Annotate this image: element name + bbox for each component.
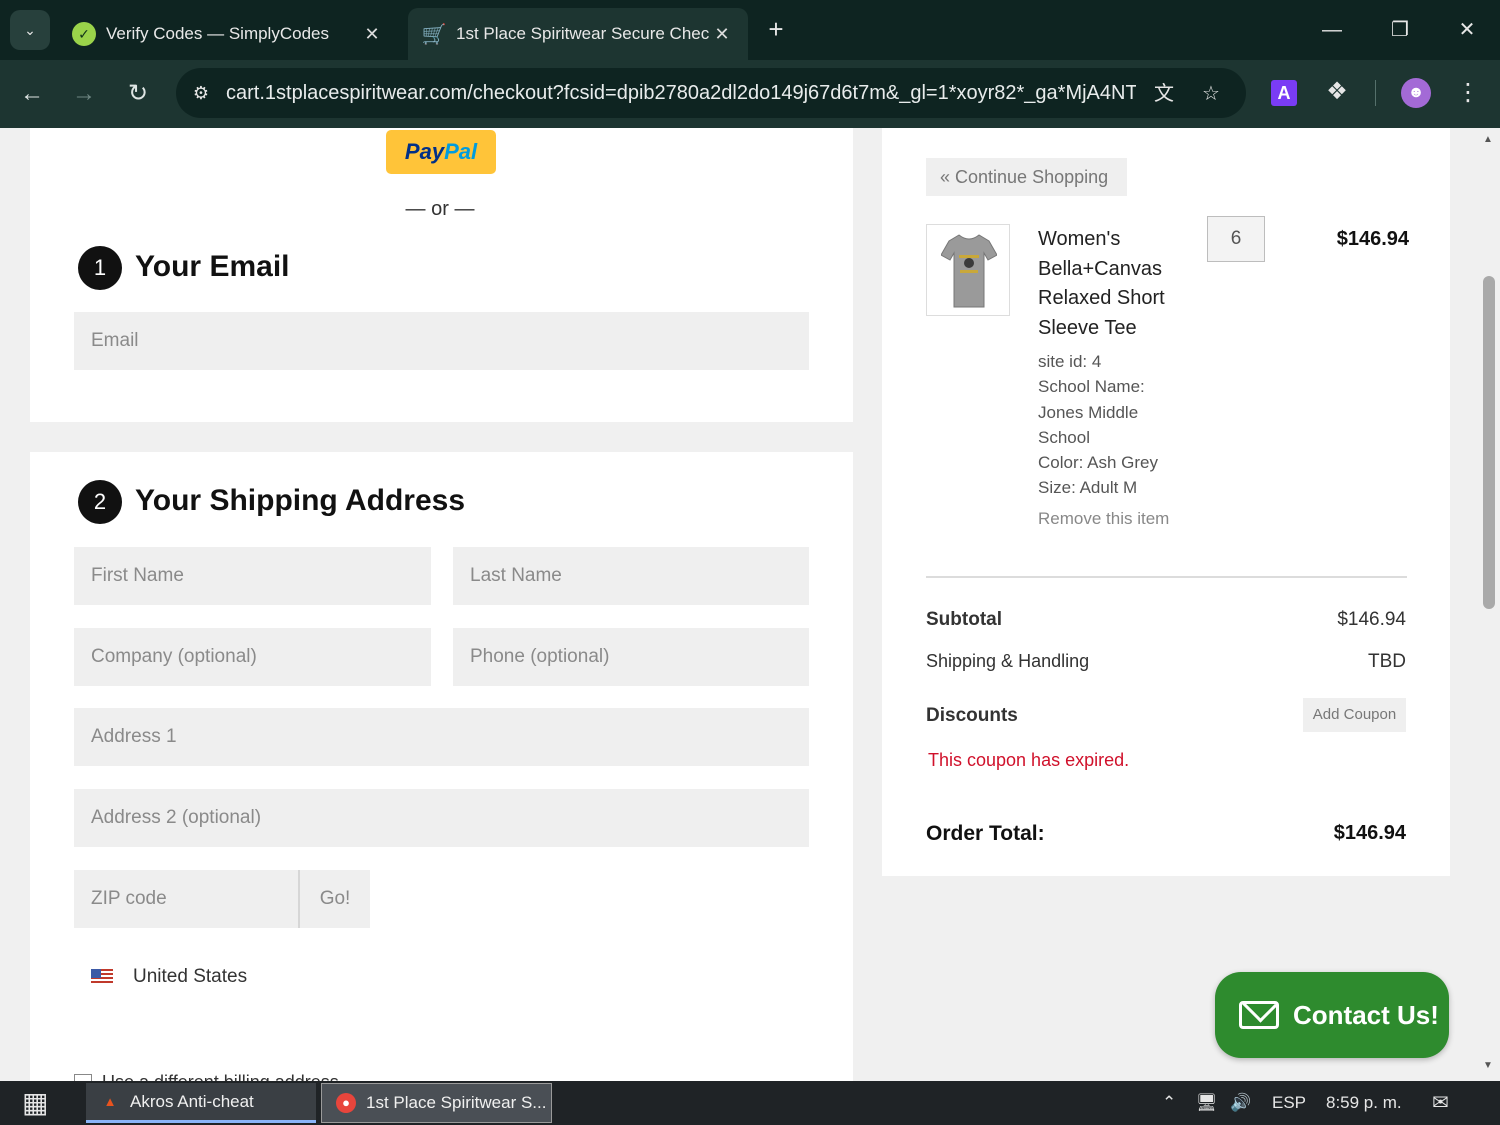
- forward-icon[interactable]: →: [66, 76, 102, 112]
- taskbar-app-label: Akros Anti-cheat: [130, 1091, 254, 1111]
- bookmark-star-icon[interactable]: ☆: [1197, 80, 1225, 108]
- company-input[interactable]: Company (optional): [74, 628, 431, 686]
- step-number-2: 2: [78, 480, 122, 524]
- email-section-title: Your Email: [135, 250, 290, 283]
- tab-title: Verify Codes — SimplyCodes: [106, 24, 329, 43]
- first-name-input[interactable]: First Name: [74, 547, 431, 605]
- email-card: PayPal — or — 1 Your Email Email: [30, 128, 853, 422]
- remove-item-link[interactable]: Remove this item: [1038, 509, 1169, 529]
- new-tab-icon[interactable]: +: [760, 14, 792, 46]
- start-grid-icon[interactable]: ▦: [22, 1089, 54, 1119]
- language-indicator[interactable]: ESP: [1272, 1093, 1306, 1113]
- address1-input[interactable]: Address 1: [74, 708, 809, 766]
- close-tab-icon[interactable]: ✕: [710, 24, 734, 45]
- url-text[interactable]: cart.1stplacespiritwear.com/checkout?fcs…: [226, 82, 1136, 105]
- step-number-1: 1: [78, 246, 122, 290]
- order-total-label: Order Total:: [926, 822, 1045, 845]
- summary-divider: [926, 576, 1407, 578]
- paypal-logo-pal: Pal: [444, 139, 478, 164]
- tab-spiritwear-checkout[interactable]: 🛒 1st Place Spiritwear Secure Checkout ✕: [408, 8, 748, 60]
- discounts-label: Discounts: [926, 705, 1018, 726]
- subtotal-value: $146.94: [1337, 609, 1406, 630]
- profile-avatar-icon[interactable]: ☻: [1401, 78, 1431, 108]
- us-flag-icon: [91, 969, 113, 985]
- or-separator: — or —: [405, 198, 475, 220]
- extensions-puzzle-icon[interactable]: ❖: [1322, 76, 1352, 108]
- product-school-name: School Name: Jones Middle School: [1038, 377, 1145, 447]
- product-color: Color: Ash Grey: [1038, 453, 1158, 473]
- network-icon[interactable]: 🖥: [1196, 1093, 1218, 1113]
- address2-input[interactable]: Address 2 (optional): [74, 789, 809, 847]
- restore-icon[interactable]: ❐: [1380, 12, 1420, 48]
- product-name[interactable]: Women's Bella+Canvas Relaxed Short Sleev…: [1038, 225, 1188, 343]
- billing-address-option[interactable]: Use a different billing address: [74, 1072, 339, 1081]
- item-price: $146.94: [1336, 228, 1409, 250]
- tab-simplycodes[interactable]: ✓ Verify Codes — SimplyCodes ✕: [58, 8, 398, 60]
- subtotal-label: Subtotal: [926, 609, 1002, 630]
- shipping-card: 2 Your Shipping Address First Name Last …: [30, 452, 853, 1081]
- windows-taskbar: ▦ ▲ Akros Anti-cheat ● 1st Place Spiritw…: [0, 1081, 1500, 1125]
- extension-a-icon[interactable]: A: [1271, 80, 1297, 106]
- paypal-button[interactable]: PayPal: [386, 130, 496, 174]
- coupon-error-message: This coupon has expired.: [928, 750, 1130, 770]
- browser-menu-icon[interactable]: ⋮: [1455, 76, 1481, 110]
- scroll-up-arrow-icon[interactable]: ▲: [1483, 134, 1493, 145]
- address-bar[interactable]: ⚙ cart.1stplacespiritwear.com/checkout?f…: [176, 68, 1246, 118]
- country-selector[interactable]: United States: [91, 966, 247, 988]
- taskbar-app-akros[interactable]: ▲ Akros Anti-cheat: [86, 1083, 316, 1123]
- page-scrollbar[interactable]: ▲ ▼: [1478, 128, 1500, 1081]
- add-coupon-button[interactable]: Add Coupon: [1303, 698, 1406, 732]
- shipping-value: TBD: [1368, 651, 1406, 672]
- email-input[interactable]: Email: [74, 312, 809, 370]
- shipping-label: Shipping & Handling: [926, 651, 1090, 671]
- product-options: site id: 4 School Name: Jones Middle Sch…: [1038, 349, 1188, 501]
- phone-input[interactable]: Phone (optional): [453, 628, 809, 686]
- minimize-icon[interactable]: —: [1312, 12, 1352, 48]
- scroll-down-arrow-icon[interactable]: ▼: [1483, 1060, 1493, 1071]
- volume-icon[interactable]: 🔊: [1230, 1093, 1251, 1113]
- reload-icon[interactable]: ↻: [120, 76, 156, 112]
- zip-go-button[interactable]: Go!: [298, 870, 370, 928]
- paypal-logo-pay: Pay: [404, 139, 445, 164]
- billing-checkbox-label: Use a different billing address: [102, 1072, 339, 1081]
- quantity-input[interactable]: 6: [1207, 216, 1265, 262]
- order-summary-card: « Continue Shopping Women's Bella+Canvas…: [882, 128, 1450, 876]
- continue-shopping-button[interactable]: « Continue Shopping: [926, 158, 1127, 196]
- product-thumbnail[interactable]: [926, 224, 1010, 316]
- contact-us-label: Contact Us!: [1293, 999, 1439, 1030]
- last-name-input[interactable]: Last Name: [453, 547, 809, 605]
- chrome-icon: ●: [336, 1093, 356, 1113]
- site-info-icon[interactable]: ⚙: [176, 83, 226, 104]
- akros-icon: ▲: [103, 1093, 117, 1109]
- tshirt-image: [941, 234, 997, 308]
- taskbar-app-chrome[interactable]: ● 1st Place Spiritwear S...: [321, 1083, 552, 1123]
- tab-search-chevron-icon[interactable]: ⌄: [10, 10, 50, 50]
- notifications-icon[interactable]: ✉: [1432, 1090, 1449, 1115]
- scrollbar-thumb[interactable]: [1483, 276, 1495, 609]
- back-icon[interactable]: ←: [14, 76, 50, 112]
- contact-us-button[interactable]: Contact Us!: [1215, 972, 1449, 1058]
- country-label: United States: [133, 966, 248, 987]
- shipping-section-title: Your Shipping Address: [135, 484, 466, 517]
- close-tab-icon[interactable]: ✕: [360, 24, 384, 45]
- zip-code-input[interactable]: ZIP code: [74, 870, 298, 928]
- browser-tab-bar: ⌄ ✓ Verify Codes — SimplyCodes ✕ 🛒 1st P…: [0, 0, 1500, 60]
- product-site-id: site id: 4: [1038, 352, 1102, 371]
- page-content: PayPal — or — 1 Your Email Email 2 Your …: [0, 128, 1478, 1081]
- envelope-icon: [1239, 1001, 1279, 1029]
- taskbar-app-label: 1st Place Spiritwear S...: [366, 1093, 547, 1112]
- tray-chevron-up-icon[interactable]: ⌃: [1162, 1093, 1176, 1113]
- clock[interactable]: 8:59 p. m.: [1326, 1093, 1402, 1113]
- tab-title: 1st Place Spiritwear Secure Checkout: [456, 24, 710, 43]
- toolbar-divider: [1375, 80, 1376, 106]
- cart-icon: 🛒: [421, 23, 447, 46]
- billing-checkbox[interactable]: [74, 1073, 92, 1081]
- simplycodes-check-icon: ✓: [72, 22, 96, 46]
- product-size: Size: Adult M: [1038, 478, 1138, 498]
- close-window-icon[interactable]: ✕: [1447, 12, 1487, 48]
- order-total-value: $146.94: [1333, 822, 1406, 844]
- translate-icon[interactable]: 文: [1150, 80, 1178, 108]
